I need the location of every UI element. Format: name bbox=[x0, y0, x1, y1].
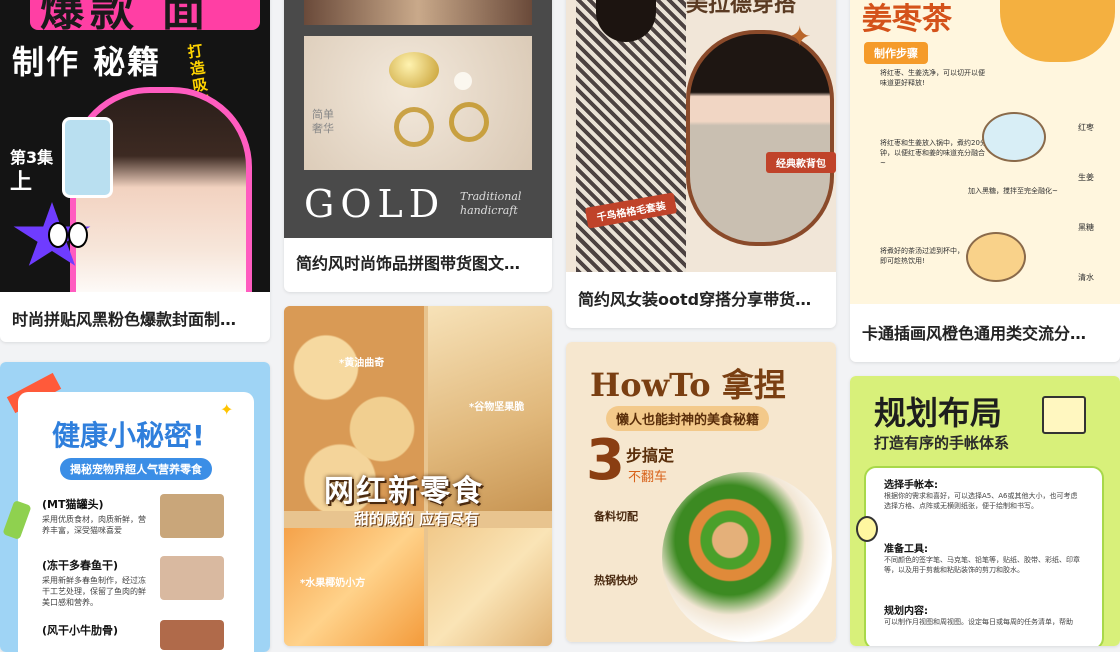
template-title[interactable]: 简约风女装ootd穿搭分享带货… bbox=[578, 286, 824, 310]
template-thumbnail[interactable]: 爆款 面 制作 秘籍 打造吸睛 流量密码 第3集 上 bbox=[0, 0, 270, 292]
thumb-headline: 网红新零食 bbox=[324, 474, 484, 509]
item-name: (风干小牛肋骨) bbox=[42, 624, 119, 637]
thumb-header: 姜枣茶 bbox=[862, 2, 952, 37]
thumb-label: *黄油曲奇 bbox=[339, 358, 385, 369]
crackers-photo bbox=[428, 528, 552, 646]
item-heading: 选择手帐本: bbox=[884, 480, 938, 491]
thumb-subtitle: 甜的咸的 应有尽有 bbox=[354, 510, 480, 528]
step-label: 热锅快炒 bbox=[594, 574, 638, 587]
thumb-headline: 健康小秘密! bbox=[52, 419, 205, 452]
thumb-subtitle: 懒人也能封神的美食秘籍 bbox=[606, 406, 770, 431]
notebook-icon bbox=[1042, 396, 1086, 434]
thumb-gold: GOLD bbox=[304, 182, 446, 226]
item-desc: 采用新鲜多春鱼制作，经过冻干工艺处理，保留了鱼肉的鲜美口感和营养。 bbox=[42, 576, 146, 607]
template-title[interactable]: 简约风时尚饰品拼图带货图文… bbox=[296, 250, 540, 274]
step-text: 将红枣和生姜放入锅中，煮约20分钟，以便红枣和姜的味道充分融合~ bbox=[880, 139, 987, 167]
template-thumbnail[interactable]: 美拉德穿搭 ✦ 千鸟格格毛套装 经典款背包 bbox=[566, 0, 836, 272]
sparkle-icon: ✦ bbox=[220, 400, 234, 419]
template-card[interactable]: 美拉德穿搭 ✦ 千鸟格格毛套装 经典款背包 简约风女装ootd穿搭分享带货… bbox=[566, 0, 836, 328]
thumb-label: *谷物坚果脆 bbox=[469, 402, 525, 413]
item-heading: 准备工具: bbox=[884, 544, 928, 555]
thumb-headline: HowTo 拿捏 bbox=[590, 366, 786, 404]
template-thumbnail[interactable]: HowTo 拿捏 懒人也能封神的美食秘籍 3 步搞定 不翻车 备料切配 热锅快炒 bbox=[566, 342, 836, 642]
item-text: 可以制作月视图和周视图。设定每日或每周的任务清单，帮助 bbox=[884, 618, 1073, 626]
thumb-no-fail: 不翻车 bbox=[628, 470, 668, 485]
eyes-sticker bbox=[48, 222, 68, 248]
item-heading: 规划内容: bbox=[884, 606, 928, 617]
ingredient-label: 红枣 bbox=[1078, 123, 1094, 132]
product-photo bbox=[160, 556, 224, 600]
outfit-photo bbox=[686, 30, 834, 246]
thumb-subtitle: 揭秘宠物界超人气营养零食 bbox=[60, 458, 212, 480]
item-text: 不同颜色的签字笔、马克笔、铅笔等，贴纸、胶带、彩纸、印章等，以及用于剪裁和粘贴装… bbox=[884, 556, 1080, 574]
thumb-script: Traditional handicraft bbox=[460, 190, 522, 217]
product-photo bbox=[160, 620, 224, 650]
item-name: (冻干多春鱼干) bbox=[42, 559, 119, 572]
item-desc: 采用优质食材，肉质新鲜，营养丰富，深受猫咪喜爱 bbox=[42, 515, 146, 535]
product-photo bbox=[160, 494, 224, 538]
template-title[interactable]: 时尚拼贴风黑粉色爆款封面制… bbox=[12, 306, 258, 330]
thumb-big-number: 3 bbox=[586, 428, 625, 493]
template-thumbnail[interactable]: 姜枣茶 制作步骤 将红枣、生姜洗净，可以切开以便味道更好释放! 将红枣和生姜放入… bbox=[850, 0, 1120, 304]
template-card[interactable]: 爆款 面 制作 秘籍 打造吸睛 流量密码 第3集 上 时尚拼贴风黑粉色爆款封面制… bbox=[0, 0, 270, 342]
ingredient-label: 清水 bbox=[1078, 273, 1094, 282]
step-text: 加入黑糖，搅拌至完全融化~ bbox=[968, 187, 1058, 195]
template-card[interactable]: 健康小秘密! ✦ 揭秘宠物界超人气营养零食 (MT猫罐头) 采用优质食材，肉质新… bbox=[0, 362, 270, 652]
template-card[interactable]: *黄油曲奇 *谷物坚果脆 网红新零食 甜的咸的 应有尽有 *水果椰奶小方 bbox=[284, 306, 552, 646]
thumb-headline: 爆款 面 bbox=[40, 0, 212, 36]
template-thumbnail[interactable]: *黄油曲奇 *谷物坚果脆 网红新零食 甜的咸的 应有尽有 *水果椰奶小方 bbox=[284, 306, 552, 646]
item-name: (MT猫罐头) bbox=[42, 498, 104, 511]
bulb-icon bbox=[856, 516, 878, 542]
cup-illustration bbox=[966, 232, 1026, 282]
thumb-header: 美拉德穿搭 bbox=[686, 0, 797, 17]
item-text: 根据你的需求和喜好，可以选择A5、A6或其他大小，也可考虑选择方格、点阵或无横则… bbox=[884, 492, 1078, 510]
template-thumbnail[interactable]: 简单 奢华 GOLD Traditional handicraft bbox=[284, 0, 552, 238]
step-text: 将煮好的茶汤过滤到杯中，即可趁热饮用! bbox=[880, 247, 964, 265]
teapot-illustration bbox=[1000, 0, 1115, 62]
thumb-subtitle: 打造有序的手帐体系 bbox=[874, 434, 1010, 452]
leaf-icon: ✦ bbox=[788, 20, 812, 53]
template-card[interactable]: HowTo 拿捏 懒人也能封神的美食秘籍 3 步搞定 不翻车 备料切配 热锅快炒 bbox=[566, 342, 836, 642]
thumb-label: *水果椰奶小方 bbox=[300, 578, 366, 589]
template-title[interactable]: 卡通插画风橙色通用类交流分… bbox=[862, 320, 1108, 344]
ingredient-label: 黑糖 bbox=[1078, 223, 1094, 232]
step-text: 将红枣、生姜洗净，可以切开以便味道更好释放! bbox=[880, 69, 985, 87]
thumb-steps: 步搞定 bbox=[626, 446, 675, 465]
thumb-tag: 经典款背包 bbox=[766, 152, 836, 173]
phone-prop bbox=[62, 117, 113, 198]
template-thumbnail[interactable]: 规划布局 打造有序的手帐体系 选择手帐本: 根据你的需求和喜好，可以选择A5、A… bbox=[850, 376, 1120, 646]
template-thumbnail[interactable]: 健康小秘密! ✦ 揭秘宠物界超人气营养零食 (MT猫罐头) 采用优质食材，肉质新… bbox=[0, 362, 270, 652]
food-photo bbox=[662, 472, 832, 642]
step-label: 备料切配 bbox=[594, 510, 638, 523]
template-card[interactable]: 规划布局 打造有序的手帐体系 选择手帐本: 根据你的需求和喜好，可以选择A5、A… bbox=[850, 376, 1120, 646]
thumb-subtitle: 制作 秘籍 bbox=[12, 43, 162, 81]
thumb-part: 上 bbox=[10, 170, 33, 195]
steps-label: 制作步骤 bbox=[864, 42, 928, 64]
cup-illustration bbox=[982, 112, 1046, 162]
template-card[interactable]: 姜枣茶 制作步骤 将红枣、生姜洗净，可以切开以便味道更好释放! 将红枣和生姜放入… bbox=[850, 0, 1120, 362]
jewelry-photo bbox=[304, 0, 532, 25]
thumb-small-text: 简单 奢华 bbox=[312, 108, 334, 135]
template-card[interactable]: 简单 奢华 GOLD Traditional handicraft 简约风时尚饰… bbox=[284, 0, 552, 292]
thumb-headline: 规划布局 bbox=[874, 394, 1003, 432]
ingredient-label: 生姜 bbox=[1078, 173, 1094, 182]
